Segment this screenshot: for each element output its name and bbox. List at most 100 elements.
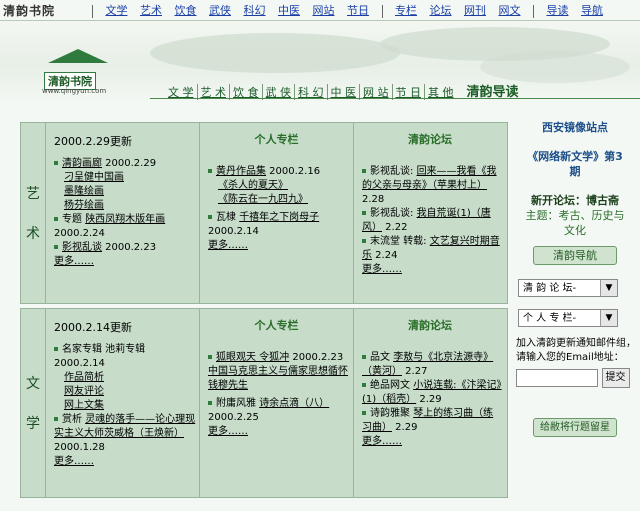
entry-link[interactable]: 中国马克思主义与儒家思想循怀钱穆先生 — [208, 365, 350, 393]
more-link[interactable]: 更多…… — [54, 255, 196, 269]
art-col-columns: 个人专栏 黄丹作品集 2000.2.16 《杀人的夏天》 《陈云在一九四九》 瓦… — [200, 123, 354, 303]
bullet-icon — [362, 211, 366, 215]
top-link-medicine[interactable]: 中医 — [278, 2, 300, 18]
divider — [381, 4, 383, 18]
lit-col-columns: 个人专栏 狐眼观天 令狐冲 2000.2.23 中国马克思主义与儒家思想循怀钱穆… — [200, 309, 354, 497]
side-label-char: 艺 — [26, 186, 40, 202]
lit-col-updates: 2000.2.14更新 名家专辑 池莉专辑 2000.2.14 作品简析 网友评… — [46, 309, 200, 497]
site-logo[interactable]: 清韵书院 www.qingyun.com — [38, 49, 124, 95]
more-link[interactable]: 更多…… — [362, 263, 503, 277]
entry-date: 2000.2.29 — [102, 158, 157, 169]
lit-col-forum: 清韵论坛 品文 李敖与《北京法源寺》（黄河） 2.27 绝品网文 小说连载:《汴… — [354, 309, 506, 497]
sub-link[interactable]: 杨芬绘画 — [54, 199, 196, 213]
top-link-forum[interactable]: 论坛 — [430, 2, 452, 18]
site-brand[interactable]: 清韵书院 — [3, 2, 55, 19]
sub-link[interactable]: 作品简析 — [54, 371, 196, 385]
sub-link[interactable]: 网友评论 — [54, 385, 196, 399]
sub-link[interactable]: 墨隆绘画 — [54, 185, 196, 199]
top-link-ezine[interactable]: 网刊 — [464, 2, 486, 18]
chevron-down-icon: ▼ — [600, 310, 617, 326]
sub-link[interactable]: 刁呈健中国画 — [54, 171, 196, 185]
top-link-sites[interactable]: 网站 — [313, 2, 335, 18]
more-link[interactable]: 更多…… — [208, 239, 350, 253]
mist-shape — [480, 51, 630, 83]
select-value: 清 韵 论 坛- — [523, 283, 577, 294]
top-link-food[interactable]: 饮食 — [175, 2, 197, 18]
entry-date: 2000.2.14 — [54, 358, 105, 369]
entry-link[interactable]: 黄丹作品集 — [216, 166, 266, 177]
forum-select[interactable]: 清 韵 论 坛- ▼ — [518, 279, 618, 297]
sub-link[interactable]: 《陈云在一九四九》 — [208, 193, 350, 207]
guestbook-button[interactable]: 给敝将行题留星 — [533, 418, 617, 437]
bullet-icon — [362, 169, 366, 173]
forum-topic-cont: 文化 — [564, 224, 586, 237]
bullet-icon — [362, 383, 366, 387]
new-forum-title[interactable]: 新开论坛：博古斋 — [514, 193, 636, 208]
bullet-icon — [54, 217, 58, 221]
bullet-icon — [208, 355, 212, 359]
entry-date: 2000.2.14 — [208, 226, 259, 237]
columns-select[interactable]: 个 人 专 栏- ▼ — [518, 309, 618, 327]
bullet-icon — [54, 417, 58, 421]
sub-link[interactable]: 网上文集 — [54, 399, 196, 413]
list-item: 赏析 灵魂的落手——论心理现实主义大师茨威格（王焕新） 2000.1.28 — [54, 413, 196, 455]
email-input[interactable] — [516, 369, 598, 387]
top-link-festival[interactable]: 节日 — [347, 2, 369, 18]
more-link[interactable]: 更多…… — [362, 435, 503, 449]
mist-shape — [150, 33, 400, 73]
entry-link[interactable]: 陕西凤翔木版年画 — [85, 214, 165, 225]
entry-date: 2.29 — [392, 422, 418, 433]
entry-date: 2.27 — [402, 366, 428, 377]
entry-link[interactable]: 千禧年之下岗母子 — [239, 212, 319, 223]
art-section: 艺 术 2000.2.29更新 清韵画廊 2000.2.29 刁呈健中国画 墨隆… — [20, 122, 508, 304]
right-sidebar: 西安镜像站点 《网络新文学》第3 期 新开论坛：博古斋 主题：考古、历史与 文化… — [514, 120, 636, 437]
top-link-art[interactable]: 艺术 — [140, 2, 162, 18]
entry-prefix: 影视乱谈: — [370, 208, 417, 219]
magazine-link-cont[interactable]: 期 — [514, 164, 636, 179]
list-item: 影视乱谈: 我自荒诞(1)（唐风） 2.22 — [362, 207, 503, 235]
submit-button[interactable]: 提交 — [601, 368, 630, 388]
divider — [533, 4, 534, 18]
art-side-label: 艺 术 — [21, 123, 46, 303]
entry-link[interactable]: 影视乱谈 — [62, 242, 102, 253]
qingyun-nav-button[interactable]: 清韵导航 — [533, 246, 617, 265]
select-value: 个 人 专 栏- — [523, 313, 577, 324]
entry-prefix: 赏析 — [62, 414, 86, 425]
more-link[interactable]: 更多…… — [208, 425, 350, 439]
magazine-link[interactable]: 《网络新文学》第3 — [514, 149, 636, 164]
entry-date: 2000.2.16 — [266, 166, 321, 177]
top-link-wuxia[interactable]: 武侠 — [209, 2, 231, 18]
entry-prefix: 附庸风雅 — [216, 398, 260, 409]
top-link-columns[interactable]: 专栏 — [395, 2, 417, 18]
entry-link[interactable]: 狐眼观天 令狐冲 — [216, 352, 289, 363]
entry-date: 2000.2.23 — [289, 352, 344, 363]
entry-date: 2.28 — [362, 194, 385, 205]
divider — [92, 4, 93, 18]
more-link[interactable]: 更多…… — [54, 455, 196, 469]
bullet-icon — [362, 355, 366, 359]
top-link-guide[interactable]: 导读 — [547, 2, 569, 18]
mirror-site-link[interactable]: 西安镜像站点 — [514, 120, 636, 135]
bullet-icon — [54, 245, 58, 249]
entry-prefix: 瓦棣 — [216, 212, 240, 223]
list-item: 狐眼观天 令狐冲 2000.2.23 — [208, 351, 350, 365]
entry-prefix: 诗韵雅聚 — [370, 408, 414, 419]
list-item: 黄丹作品集 2000.2.16 — [208, 165, 350, 179]
column-header: 个人专栏 — [254, 319, 299, 332]
column-header: 清韵论坛 — [408, 319, 452, 332]
top-link-literature[interactable]: 文学 — [106, 2, 128, 18]
top-link-navigation[interactable]: 导航 — [581, 2, 603, 18]
bullet-icon — [362, 411, 366, 415]
side-label-char: 文 — [26, 376, 40, 392]
top-link-webtext[interactable]: 网文 — [499, 2, 521, 18]
list-item: 名家专辑 池莉专辑 — [54, 343, 196, 357]
list-item: 品文 李敖与《北京法源寺》（黄河） 2.27 — [362, 351, 503, 379]
entry-link[interactable]: 清韵画廊 — [62, 158, 102, 169]
bullet-icon — [362, 239, 366, 243]
list-item: 瓦棣 千禧年之下岗母子 — [208, 211, 350, 225]
entry-link[interactable]: 诗余点滴（八） — [259, 398, 329, 409]
sub-link[interactable]: 《杀人的夏天》 — [208, 179, 350, 193]
literature-section: 文 学 2000.2.14更新 名家专辑 池莉专辑 2000.2.14 作品简析… — [20, 308, 508, 498]
entry-prefix: 绝品网文 — [370, 380, 414, 391]
top-link-scifi[interactable]: 科幻 — [244, 2, 266, 18]
